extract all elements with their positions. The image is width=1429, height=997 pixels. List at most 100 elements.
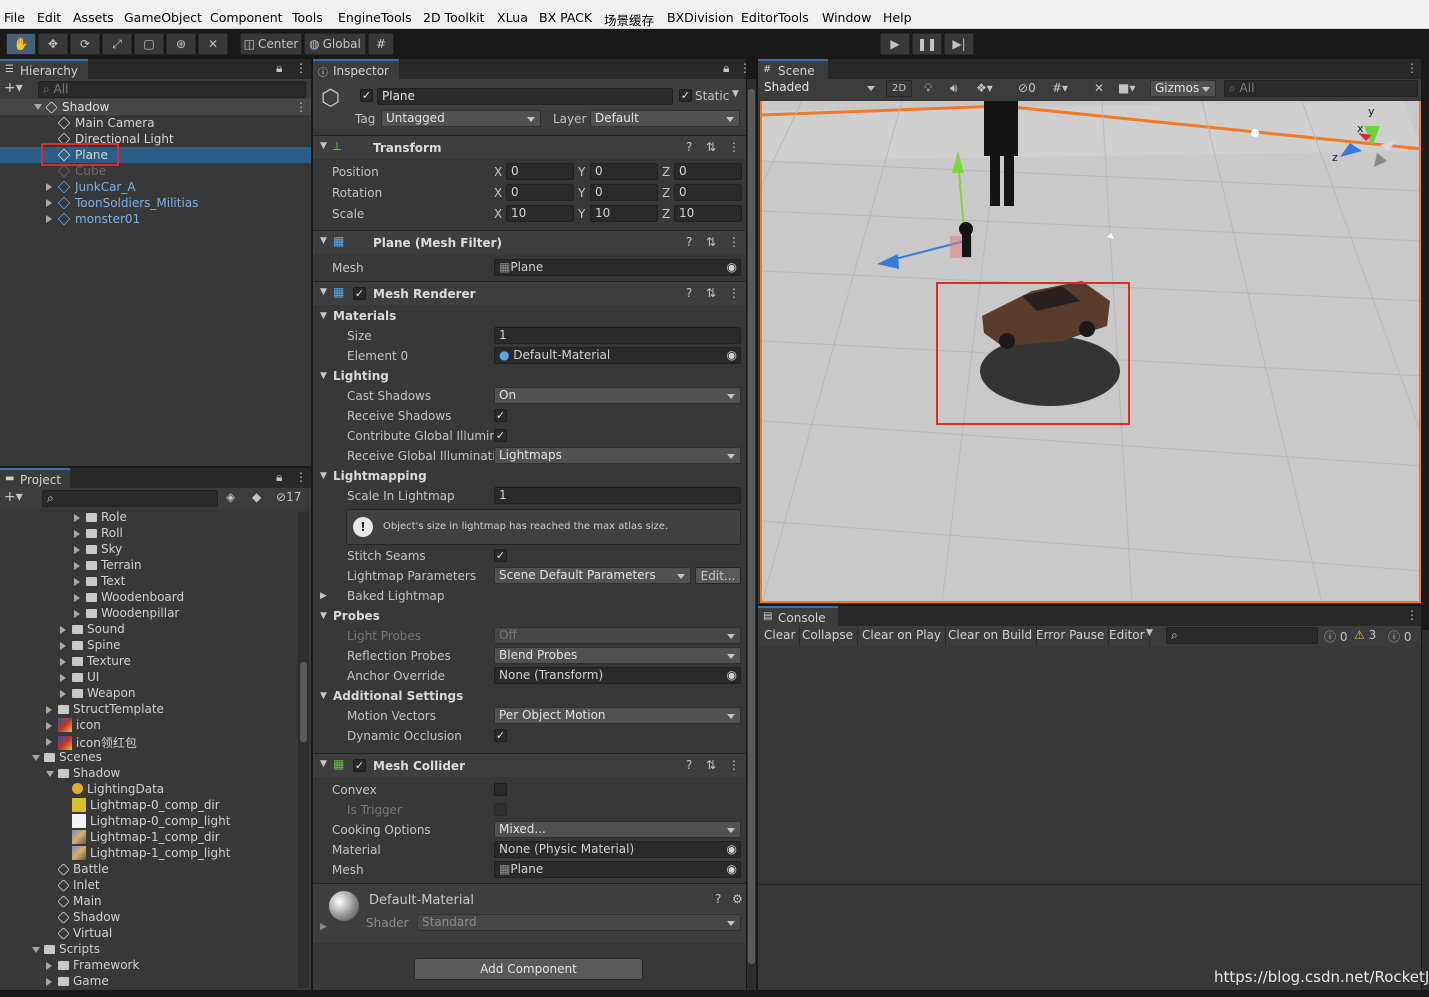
step-button[interactable]: ▶| — [944, 33, 974, 55]
foldout-arrow-icon[interactable]: ▼ — [320, 471, 327, 481]
meshcollider-header[interactable]: ▼ ▦ ✓ Mesh Collider ? ⇅ ⋮ — [313, 753, 746, 777]
light-probes-dropdown[interactable]: Off — [494, 627, 741, 644]
hierarchy-item[interactable]: ToonSoldiers_Militias — [0, 195, 311, 211]
gizmos-dropdown[interactable]: Gizmos — [1150, 80, 1216, 97]
project-item[interactable]: Framework — [0, 958, 296, 974]
menu-6[interactable]: EngineTools — [338, 10, 412, 25]
reflection-probes-dropdown[interactable]: Blend Probes — [494, 647, 741, 664]
rotation-x-field[interactable]: 0 — [506, 184, 574, 201]
scale-in-lightmap-field[interactable]: 1 — [494, 487, 741, 504]
transform-tool-button[interactable]: ⊛ — [166, 33, 196, 55]
console-search-input[interactable]: ⌕ — [1166, 627, 1318, 644]
project-item[interactable]: Scenes — [0, 750, 296, 766]
collapse-arrow-icon[interactable]: ▼ — [320, 759, 327, 769]
tab-inspector[interactable]: ⓘ Inspector — [313, 59, 399, 79]
help-icon[interactable]: ? — [686, 140, 692, 154]
tab-scene[interactable]: # Scene — [758, 59, 828, 79]
more-icon[interactable]: ⋮ — [295, 61, 307, 75]
collapse-arrow-icon[interactable]: ▼ — [320, 141, 327, 151]
more-icon[interactable]: ⋮ — [739, 61, 751, 75]
project-item[interactable]: UI — [0, 670, 296, 686]
expand-arrow-icon[interactable] — [60, 655, 71, 669]
receive-shadows-checkbox[interactable]: ✓ — [494, 409, 507, 422]
object-picker-icon[interactable]: ◉ — [727, 862, 737, 877]
component-menu-icon[interactable]: ⋮ — [728, 758, 740, 772]
console-clear-on-build-button[interactable]: Clear on Build — [944, 626, 1038, 646]
hierarchy-item[interactable]: monster01 — [0, 211, 311, 227]
project-item[interactable]: Sky — [0, 542, 296, 558]
label-icon[interactable]: ◆ — [252, 490, 261, 504]
presets-icon[interactable]: ⇅ — [706, 758, 716, 772]
shading-mode-dropdown[interactable]: Shaded — [760, 80, 880, 97]
project-item[interactable]: Terrain — [0, 558, 296, 574]
project-item[interactable]: Lightmap-1_comp_light — [0, 846, 296, 862]
transform-header[interactable]: ▼ ⟂ Transform ? ⇅ ⋮ — [313, 135, 746, 159]
convex-checkbox[interactable] — [494, 783, 507, 796]
hand-tool-button[interactable]: ✋ — [6, 33, 36, 55]
project-item[interactable]: Role — [0, 510, 296, 526]
inspector-scrollbar[interactable] — [747, 79, 756, 990]
project-item[interactable]: Virtual — [0, 926, 296, 942]
tools-toggle-icon[interactable]: ✕ — [1094, 81, 1104, 95]
console-scrollbar[interactable] — [1422, 630, 1429, 990]
project-item[interactable]: Roll — [0, 526, 296, 542]
presets-icon[interactable]: ⇅ — [706, 286, 716, 300]
console-log-list[interactable] — [758, 646, 1421, 884]
help-icon[interactable]: ? — [686, 758, 692, 772]
object-picker-icon[interactable]: ◉ — [727, 260, 737, 275]
project-item[interactable]: Battle — [0, 862, 296, 878]
object-picker-icon[interactable]: ◉ — [727, 842, 737, 857]
menu-4[interactable]: Component — [210, 10, 283, 25]
info-count-toggle[interactable]: ⓘ 0 — [1324, 628, 1347, 645]
add-icon[interactable]: +▾ — [4, 489, 23, 505]
presets-icon[interactable]: ⇅ — [706, 140, 716, 154]
position-y-field[interactable]: 0 — [590, 163, 658, 180]
expand-arrow-icon[interactable]: ▶ — [320, 922, 327, 932]
project-item[interactable]: Main — [0, 894, 296, 910]
more-icon[interactable]: ⋮ — [1406, 61, 1418, 75]
project-item[interactable]: Woodenboard — [0, 590, 296, 606]
scene-more-icon[interactable]: ⋮ — [295, 100, 307, 114]
scale-z-field[interactable]: 10 — [674, 205, 742, 222]
cast-shadows-dropdown[interactable]: On — [494, 387, 741, 404]
project-item[interactable]: Shadow — [0, 910, 296, 926]
materials-foldout[interactable]: Materials — [333, 309, 396, 323]
rotate-tool-button[interactable]: ⟳ — [70, 33, 100, 55]
audio-toggle-icon[interactable]: 🔊︎ — [950, 81, 958, 96]
expand-arrow-icon[interactable] — [74, 511, 85, 525]
component-menu-icon[interactable]: ⋮ — [728, 235, 740, 249]
scale-y-field[interactable]: 10 — [590, 205, 658, 222]
menu-8[interactable]: XLua — [497, 10, 528, 25]
lock-icon[interactable]: 🔒︎ — [276, 61, 282, 76]
project-item[interactable]: Game — [0, 974, 296, 988]
static-checkbox[interactable]: ✓ — [679, 89, 692, 102]
expand-arrow-icon[interactable] — [46, 719, 57, 733]
menu-14[interactable]: Help — [883, 10, 912, 25]
project-item[interactable]: Weapon — [0, 686, 296, 702]
foldout-arrow-icon[interactable]: ▼ — [320, 371, 327, 381]
shader-dropdown[interactable]: Standard — [417, 914, 741, 931]
tab-console[interactable]: ▤ Console — [758, 606, 838, 626]
project-item[interactable]: Texture — [0, 654, 296, 670]
position-x-field[interactable]: 0 — [506, 163, 574, 180]
expand-arrow-icon[interactable] — [74, 575, 85, 589]
hierarchy-item[interactable]: JunkCar_A — [0, 179, 311, 195]
project-item[interactable]: Spine — [0, 638, 296, 654]
hidden-objects-icon[interactable]: ⊘0 — [1018, 81, 1036, 95]
expand-arrow-icon[interactable] — [74, 591, 85, 605]
menu-11[interactable]: BXDivision — [667, 10, 734, 25]
project-item[interactable]: Inlet — [0, 878, 296, 894]
console-clear-button[interactable]: Clear — [760, 626, 801, 646]
add-icon[interactable]: +▾ — [4, 80, 23, 96]
menu-10[interactable]: 场景缓存 — [604, 10, 654, 29]
collapse-arrow-icon[interactable]: ▼ — [320, 236, 327, 246]
expand-arrow-icon[interactable] — [46, 959, 57, 973]
foldout-arrow-icon[interactable]: ▼ — [320, 611, 327, 621]
lighting-toggle-icon[interactable]: 💡︎ — [924, 81, 932, 96]
rotation-y-field[interactable]: 0 — [590, 184, 658, 201]
tab-project[interactable]: ▬ Project — [0, 468, 70, 488]
expand-arrow-icon[interactable] — [46, 212, 57, 226]
foldout-arrow-icon[interactable]: ▶ — [320, 591, 327, 601]
rect-tool-button[interactable]: ▢ — [134, 33, 164, 55]
project-scroll-thumb[interactable] — [300, 662, 307, 742]
